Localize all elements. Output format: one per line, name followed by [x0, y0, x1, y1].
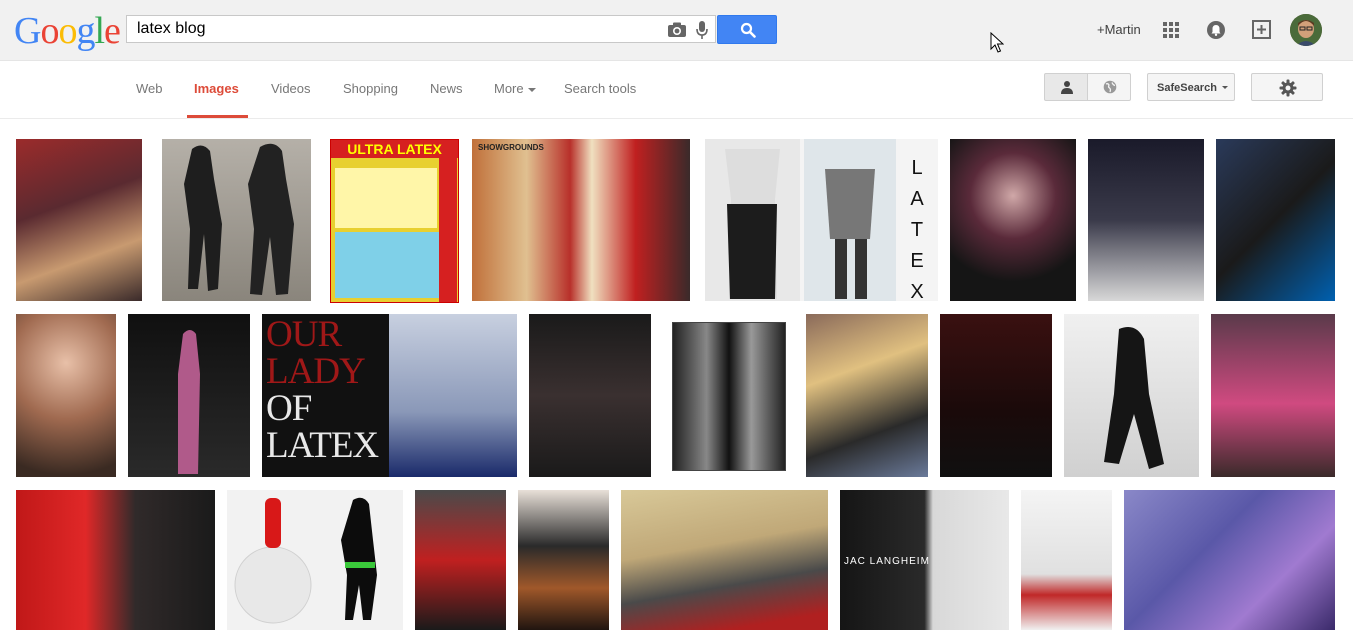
tab-search-tools[interactable]: Search tools	[564, 81, 636, 96]
cover-photo	[389, 314, 517, 477]
cover-title: ULTRA LATEX	[331, 140, 458, 158]
tab-web[interactable]: Web	[136, 81, 163, 96]
avatar[interactable]	[1290, 14, 1322, 46]
dress-photos	[705, 139, 896, 301]
safesearch-dropdown[interactable]: SafeSearch	[1147, 73, 1235, 101]
tab-news[interactable]: News	[430, 81, 463, 96]
caption-letter: X	[910, 281, 924, 301]
image-result[interactable]	[415, 490, 506, 630]
chevron-down-icon	[1222, 86, 1228, 89]
image-result[interactable]	[16, 139, 142, 301]
photo-inner	[672, 322, 786, 471]
hide-personal-results-button[interactable]	[1087, 73, 1131, 101]
microphone-icon[interactable]	[695, 20, 709, 40]
camera-icon[interactable]	[667, 21, 687, 39]
active-tab-indicator	[187, 115, 248, 118]
image-result[interactable]	[1088, 139, 1204, 301]
brand-caption: JAC LANGHEIM	[844, 556, 930, 567]
tab-images[interactable]: Images	[194, 81, 239, 96]
chevron-down-icon	[527, 87, 536, 92]
logo-letter-l: l	[94, 10, 105, 52]
image-result[interactable]	[162, 139, 311, 301]
image-result[interactable]	[806, 314, 928, 477]
image-result[interactable]: JAC LANGHEIM	[840, 490, 1009, 630]
image-result[interactable]: SHOWGROUNDS	[472, 139, 690, 301]
image-result[interactable]	[529, 314, 651, 477]
image-result[interactable]	[1216, 139, 1335, 301]
cover-word: LATEX	[266, 425, 379, 466]
cover-panel	[335, 168, 437, 228]
safesearch-label: SafeSearch	[1157, 82, 1217, 94]
logo-letter-o2: o	[58, 10, 77, 52]
caption-letter: A	[910, 188, 924, 210]
share-plus-icon[interactable]	[1252, 20, 1271, 39]
user-profile-link[interactable]: +Martin	[1097, 22, 1141, 37]
figure-silhouette	[1104, 326, 1164, 469]
logo-letter-g2: g	[76, 10, 95, 52]
image-results-grid: ULTRA LATEX SHOWGROUNDS L A T E X OUR LA…	[0, 119, 1353, 638]
image-result[interactable]	[518, 490, 609, 630]
image-result[interactable]	[1064, 314, 1199, 477]
globe-icon	[1103, 80, 1117, 94]
tab-more[interactable]: More	[494, 81, 536, 96]
search-icon	[740, 22, 756, 38]
image-result[interactable]: L A T E X	[705, 139, 938, 301]
image-result[interactable]	[940, 314, 1052, 477]
tab-shopping[interactable]: Shopping	[343, 81, 398, 96]
cover-caption: SHOWGROUNDS	[478, 143, 544, 152]
cover-word: OUR	[266, 314, 342, 355]
search-box	[126, 15, 716, 43]
image-result[interactable]	[227, 490, 403, 630]
search-button[interactable]	[717, 15, 777, 44]
image-result[interactable]: ULTRA LATEX	[330, 139, 459, 303]
avatar-image	[1290, 14, 1322, 46]
figure-silhouettes	[184, 143, 294, 295]
caption-letter: E	[910, 250, 924, 272]
caption-letter: L	[911, 157, 923, 179]
search-tabs-bar: Web Images Videos Shopping News More Sea…	[0, 61, 1353, 119]
person-icon	[1061, 81, 1073, 94]
logo-letter-o1: o	[40, 10, 59, 52]
cover-title: OUR LADY OF LATEX	[266, 316, 388, 464]
cover-side-strip	[439, 158, 457, 302]
figure-silhouette	[178, 330, 200, 474]
logo-letter-e: e	[104, 10, 121, 52]
image-result[interactable]	[1211, 314, 1335, 477]
mouse-cursor-icon	[990, 32, 1004, 53]
image-result[interactable]	[1021, 490, 1112, 630]
latex-vertical-caption: L A T E X	[909, 153, 925, 301]
image-result[interactable]	[1124, 490, 1335, 630]
image-result[interactable]	[128, 314, 250, 477]
caption-letter: T	[910, 219, 924, 241]
figure-silhouettes	[234, 497, 377, 624]
settings-button[interactable]	[1251, 73, 1323, 101]
image-result[interactable]	[16, 314, 116, 477]
image-result[interactable]	[16, 490, 215, 630]
image-result[interactable]: OUR LADY OF LATEX	[262, 314, 517, 477]
cover-word: LADY	[266, 351, 366, 392]
tab-more-label: More	[494, 81, 524, 96]
tab-videos[interactable]: Videos	[271, 81, 311, 96]
personal-results-button[interactable]	[1044, 73, 1088, 101]
logo-letter-g1: G	[14, 10, 41, 52]
gear-icon	[1279, 79, 1297, 97]
cover-panel	[335, 232, 439, 298]
top-bar: Google +Martin	[0, 0, 1353, 61]
cover-word: OF	[266, 388, 312, 429]
google-logo[interactable]: Google	[14, 10, 121, 52]
image-result[interactable]	[663, 314, 793, 477]
image-result[interactable]	[950, 139, 1076, 301]
notifications-bell-icon[interactable]	[1207, 21, 1225, 39]
image-result[interactable]	[621, 490, 828, 630]
search-input[interactable]	[137, 16, 647, 42]
apps-grid-icon[interactable]	[1163, 22, 1179, 38]
